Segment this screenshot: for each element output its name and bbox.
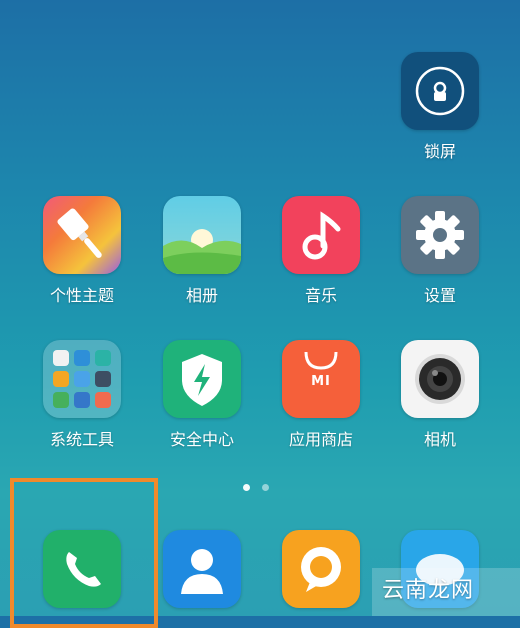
music-tile[interactable]	[282, 196, 360, 274]
gallery-tile[interactable]	[163, 196, 241, 274]
messages-tile[interactable]	[282, 530, 360, 608]
watermark-text: 云南龙网	[382, 578, 475, 603]
app-camera[interactable]: 相机	[385, 340, 495, 450]
theme-tile[interactable]	[43, 196, 121, 274]
paintbrush-icon	[57, 208, 102, 258]
shield-bolt-icon	[182, 354, 222, 406]
lockscreen-label: 锁屏	[423, 142, 456, 161]
music-note-icon	[302, 211, 341, 260]
page-indicator	[243, 484, 269, 491]
app-settings[interactable]: 设置	[385, 196, 495, 306]
theme-label: 个性主题	[49, 286, 114, 305]
camera-tile[interactable]	[401, 340, 479, 418]
app-security[interactable]: 安全中心	[147, 340, 257, 450]
app-theme[interactable]: 个性主题	[27, 196, 137, 306]
landscape-icon	[163, 229, 241, 274]
page-dot-inactive	[262, 484, 269, 491]
app-music[interactable]: 音乐	[266, 196, 376, 306]
tools-folder-label: 系统工具	[49, 430, 114, 449]
chat-bubble-icon	[301, 547, 341, 592]
folder-grid-icon	[53, 350, 111, 408]
gallery-label: 相册	[185, 286, 218, 305]
app-store[interactable]: MI 应用商店	[266, 340, 376, 450]
security-label: 安全中心	[169, 430, 234, 449]
lock-icon	[415, 66, 465, 116]
dock-contacts[interactable]	[147, 530, 257, 608]
contacts-tile[interactable]	[163, 530, 241, 608]
store-tile[interactable]: MI	[282, 340, 360, 418]
contact-person-icon	[181, 549, 223, 594]
store-logo-text: MI	[311, 374, 331, 389]
gear-icon	[416, 211, 464, 259]
music-label: 音乐	[304, 286, 337, 305]
page-dot-active	[243, 484, 250, 491]
highlight-box	[10, 478, 158, 628]
camera-lens-icon	[415, 354, 465, 404]
camera-label: 相机	[423, 430, 456, 449]
tools-folder-tile[interactable]	[43, 340, 121, 418]
dock-messages[interactable]	[266, 530, 376, 608]
security-tile[interactable]	[163, 340, 241, 418]
store-label: 应用商店	[288, 430, 353, 449]
lockscreen-tile[interactable]	[401, 52, 479, 130]
settings-label: 设置	[423, 286, 456, 305]
app-tools-folder[interactable]: 系统工具	[27, 340, 137, 450]
settings-tile[interactable]	[401, 196, 479, 274]
app-lockscreen[interactable]: 锁屏	[385, 52, 495, 162]
app-gallery[interactable]: 相册	[147, 196, 257, 306]
